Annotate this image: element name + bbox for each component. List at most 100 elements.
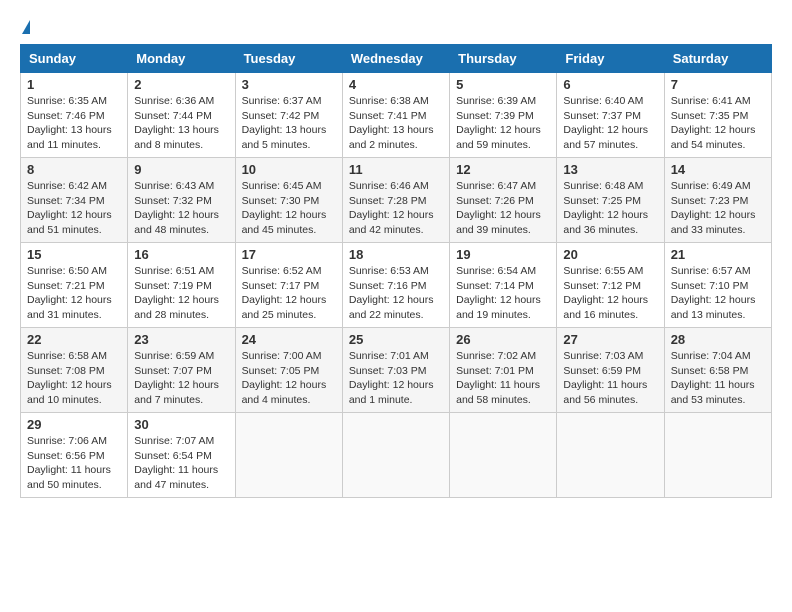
week-row-3: 15 Sunrise: 6:50 AM Sunset: 7:21 PM Dayli… (21, 243, 772, 328)
day-cell-18: 18 Sunrise: 6:53 AM Sunset: 7:16 PM Dayli… (342, 243, 449, 328)
day-cell-26: 26Sunrise: 7:02 AM Sunset: 7:01 PM Dayli… (450, 328, 557, 413)
day-info: Sunrise: 6:41 AM Sunset: 7:35 PM Dayligh… (671, 94, 765, 153)
day-info: Sunrise: 6:53 AM Sunset: 7:16 PM Dayligh… (349, 264, 443, 323)
day-number: 5 (456, 77, 550, 92)
day-cell-13: 13 Sunrise: 6:48 AM Sunset: 7:25 PM Dayli… (557, 158, 664, 243)
day-number: 29 (27, 417, 121, 432)
day-info: Sunrise: 7:06 AM Sunset: 6:56 PM Dayligh… (27, 434, 121, 493)
day-info: Sunrise: 7:07 AM Sunset: 6:54 PM Dayligh… (134, 434, 228, 493)
day-info: Sunrise: 6:52 AM Sunset: 7:17 PM Dayligh… (242, 264, 336, 323)
empty-cell (450, 413, 557, 498)
day-number: 27 (563, 332, 657, 347)
day-cell-8: 8Sunrise: 6:42 AM Sunset: 7:34 PM Daylig… (21, 158, 128, 243)
day-cell-22: 22 Sunrise: 6:58 AM Sunset: 7:08 PM Dayli… (21, 328, 128, 413)
day-cell-9: 9Sunrise: 6:43 AM Sunset: 7:32 PM Daylig… (128, 158, 235, 243)
day-number: 26 (456, 332, 550, 347)
day-info: Sunrise: 6:55 AM Sunset: 7:12 PM Dayligh… (563, 264, 657, 323)
col-header-saturday: Saturday (664, 45, 771, 73)
day-info: Sunrise: 6:37 AM Sunset: 7:42 PM Dayligh… (242, 94, 336, 153)
day-cell-20: 20Sunrise: 6:55 AM Sunset: 7:12 PM Dayli… (557, 243, 664, 328)
day-number: 18 (349, 247, 443, 262)
week-row-1: 1 Sunrise: 6:35 AM Sunset: 7:46 PM Daylig… (21, 73, 772, 158)
day-info: Sunrise: 7:01 AM Sunset: 7:03 PM Dayligh… (349, 349, 443, 408)
day-number: 14 (671, 162, 765, 177)
day-info: Sunrise: 6:40 AM Sunset: 7:37 PM Dayligh… (563, 94, 657, 153)
day-number: 15 (27, 247, 121, 262)
day-number: 6 (563, 77, 657, 92)
day-info: Sunrise: 6:54 AM Sunset: 7:14 PM Dayligh… (456, 264, 550, 323)
day-cell-11: 11 Sunrise: 6:46 AM Sunset: 7:28 PM Dayli… (342, 158, 449, 243)
day-info: Sunrise: 6:46 AM Sunset: 7:28 PM Dayligh… (349, 179, 443, 238)
day-cell-15: 15 Sunrise: 6:50 AM Sunset: 7:21 PM Dayli… (21, 243, 128, 328)
day-cell-29: 29 Sunrise: 7:06 AM Sunset: 6:56 PM Dayli… (21, 413, 128, 498)
day-info: Sunrise: 6:51 AM Sunset: 7:19 PM Dayligh… (134, 264, 228, 323)
day-info: Sunrise: 6:58 AM Sunset: 7:08 PM Dayligh… (27, 349, 121, 408)
day-cell-7: 7 Sunrise: 6:41 AM Sunset: 7:35 PM Daylig… (664, 73, 771, 158)
day-number: 1 (27, 77, 121, 92)
empty-cell (557, 413, 664, 498)
week-row-2: 8Sunrise: 6:42 AM Sunset: 7:34 PM Daylig… (21, 158, 772, 243)
day-info: Sunrise: 6:39 AM Sunset: 7:39 PM Dayligh… (456, 94, 550, 153)
day-info: Sunrise: 7:00 AM Sunset: 7:05 PM Dayligh… (242, 349, 336, 408)
day-info: Sunrise: 6:35 AM Sunset: 7:46 PM Dayligh… (27, 94, 121, 153)
day-cell-6: 6 Sunrise: 6:40 AM Sunset: 7:37 PM Daylig… (557, 73, 664, 158)
day-info: Sunrise: 7:04 AM Sunset: 6:58 PM Dayligh… (671, 349, 765, 408)
day-number: 28 (671, 332, 765, 347)
day-cell-24: 24Sunrise: 7:00 AM Sunset: 7:05 PM Dayli… (235, 328, 342, 413)
day-number: 8 (27, 162, 121, 177)
day-cell-21: 21Sunrise: 6:57 AM Sunset: 7:10 PM Dayli… (664, 243, 771, 328)
day-number: 25 (349, 332, 443, 347)
day-number: 4 (349, 77, 443, 92)
day-number: 3 (242, 77, 336, 92)
day-number: 19 (456, 247, 550, 262)
empty-cell (664, 413, 771, 498)
day-info: Sunrise: 6:36 AM Sunset: 7:44 PM Dayligh… (134, 94, 228, 153)
day-cell-1: 1 Sunrise: 6:35 AM Sunset: 7:46 PM Daylig… (21, 73, 128, 158)
day-number: 23 (134, 332, 228, 347)
col-header-friday: Friday (557, 45, 664, 73)
day-info: Sunrise: 6:57 AM Sunset: 7:10 PM Dayligh… (671, 264, 765, 323)
day-number: 9 (134, 162, 228, 177)
day-cell-10: 10 Sunrise: 6:45 AM Sunset: 7:30 PM Dayli… (235, 158, 342, 243)
day-cell-23: 23 Sunrise: 6:59 AM Sunset: 7:07 PM Dayli… (128, 328, 235, 413)
day-cell-14: 14 Sunrise: 6:49 AM Sunset: 7:23 PM Dayli… (664, 158, 771, 243)
header (20, 20, 772, 34)
day-cell-25: 25 Sunrise: 7:01 AM Sunset: 7:03 PM Dayli… (342, 328, 449, 413)
day-cell-2: 2Sunrise: 6:36 AM Sunset: 7:44 PM Daylig… (128, 73, 235, 158)
col-header-thursday: Thursday (450, 45, 557, 73)
day-info: Sunrise: 6:47 AM Sunset: 7:26 PM Dayligh… (456, 179, 550, 238)
day-cell-3: 3 Sunrise: 6:37 AM Sunset: 7:42 PM Daylig… (235, 73, 342, 158)
day-cell-27: 27Sunrise: 7:03 AM Sunset: 6:59 PM Dayli… (557, 328, 664, 413)
day-info: Sunrise: 6:48 AM Sunset: 7:25 PM Dayligh… (563, 179, 657, 238)
col-header-monday: Monday (128, 45, 235, 73)
empty-cell (235, 413, 342, 498)
day-number: 17 (242, 247, 336, 262)
day-cell-4: 4 Sunrise: 6:38 AM Sunset: 7:41 PM Daylig… (342, 73, 449, 158)
day-number: 12 (456, 162, 550, 177)
logo-triangle-icon (22, 20, 30, 34)
day-cell-16: 16 Sunrise: 6:51 AM Sunset: 7:19 PM Dayli… (128, 243, 235, 328)
day-info: Sunrise: 6:38 AM Sunset: 7:41 PM Dayligh… (349, 94, 443, 153)
day-cell-19: 19 Sunrise: 6:54 AM Sunset: 7:14 PM Dayli… (450, 243, 557, 328)
day-number: 11 (349, 162, 443, 177)
day-info: Sunrise: 6:45 AM Sunset: 7:30 PM Dayligh… (242, 179, 336, 238)
day-cell-12: 12 Sunrise: 6:47 AM Sunset: 7:26 PM Dayli… (450, 158, 557, 243)
calendar-table: SundayMondayTuesdayWednesdayThursdayFrid… (20, 44, 772, 498)
day-number: 10 (242, 162, 336, 177)
day-info: Sunrise: 6:59 AM Sunset: 7:07 PM Dayligh… (134, 349, 228, 408)
day-number: 16 (134, 247, 228, 262)
col-header-sunday: Sunday (21, 45, 128, 73)
day-number: 22 (27, 332, 121, 347)
day-number: 7 (671, 77, 765, 92)
day-number: 30 (134, 417, 228, 432)
col-header-tuesday: Tuesday (235, 45, 342, 73)
empty-cell (342, 413, 449, 498)
day-info: Sunrise: 6:50 AM Sunset: 7:21 PM Dayligh… (27, 264, 121, 323)
day-cell-5: 5 Sunrise: 6:39 AM Sunset: 7:39 PM Daylig… (450, 73, 557, 158)
logo (20, 20, 30, 34)
week-row-4: 22 Sunrise: 6:58 AM Sunset: 7:08 PM Dayli… (21, 328, 772, 413)
day-cell-28: 28 Sunrise: 7:04 AM Sunset: 6:58 PM Dayli… (664, 328, 771, 413)
day-cell-17: 17 Sunrise: 6:52 AM Sunset: 7:17 PM Dayli… (235, 243, 342, 328)
day-number: 13 (563, 162, 657, 177)
day-info: Sunrise: 6:49 AM Sunset: 7:23 PM Dayligh… (671, 179, 765, 238)
